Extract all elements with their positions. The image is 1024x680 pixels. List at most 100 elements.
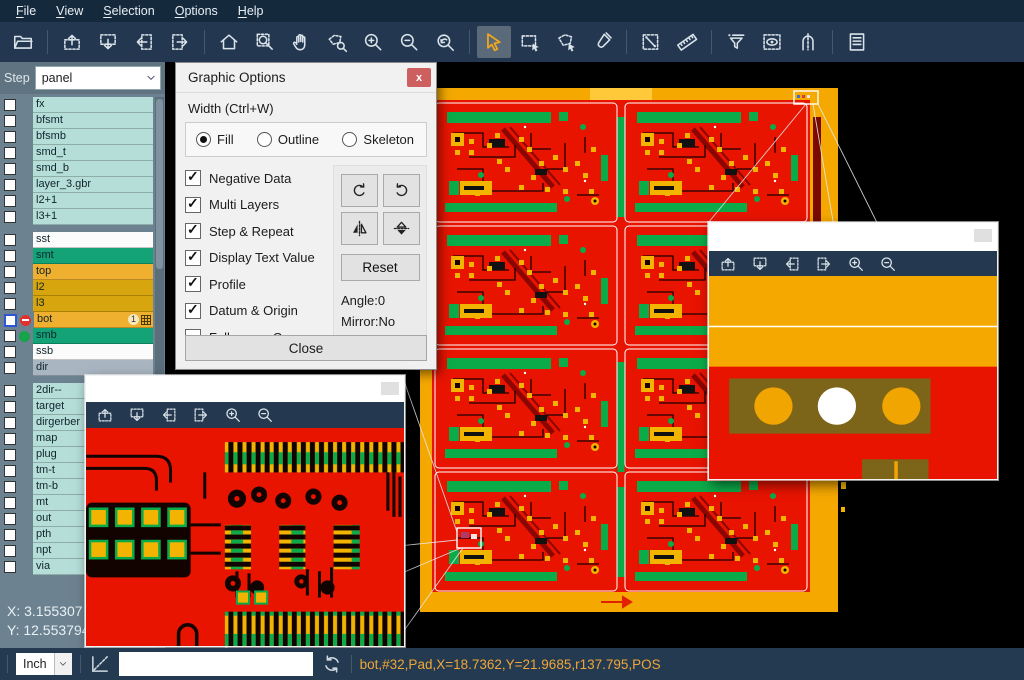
layer-label[interactable]: top (33, 264, 153, 280)
layer-label[interactable]: sst (33, 232, 153, 248)
layer-row-dir[interactable]: dir (0, 360, 153, 376)
tool-measure-distance[interactable] (634, 26, 668, 58)
pcb-board[interactable] (625, 472, 807, 591)
checkbox-display-text-value[interactable]: Display Text Value (185, 250, 327, 266)
tool-filter[interactable] (719, 26, 753, 58)
tool-zoom-previous[interactable] (428, 26, 462, 58)
layer-visibility-checkbox[interactable] (4, 266, 16, 278)
layer-label[interactable]: l3+1 (33, 209, 153, 225)
radio-outline[interactable]: Outline (257, 132, 319, 147)
layer-row-smd_b[interactable]: smd_b (0, 161, 153, 177)
layer-label[interactable]: l2+1 (33, 193, 153, 209)
tool-measure-ruler[interactable] (670, 26, 704, 58)
zoom-window-2-title-bar[interactable] (709, 223, 997, 251)
draw-angle-icon[interactable] (89, 653, 111, 675)
layer-visibility-checkbox[interactable] (4, 561, 16, 573)
tool-open-file[interactable] (6, 26, 40, 58)
layer-label[interactable]: layer_3.gbr (33, 177, 153, 193)
layer-row-l2+1[interactable]: l2+1 (0, 193, 153, 209)
layer-visibility-checkbox[interactable] (4, 99, 16, 111)
tool-zoom-in[interactable] (842, 253, 869, 274)
tool-zoom-in[interactable] (219, 405, 246, 426)
menu-file[interactable]: File (6, 0, 46, 22)
layer-row-bfsmt[interactable]: bfsmt (0, 113, 153, 129)
flip-horizontal-button[interactable] (341, 212, 378, 245)
layer-visibility-checkbox[interactable] (4, 465, 16, 477)
tool-pan-up[interactable] (714, 253, 741, 274)
close-icon[interactable]: x (407, 68, 431, 87)
layer-row-sst[interactable]: sst (0, 232, 153, 248)
tool-pan-down[interactable] (746, 253, 773, 274)
layer-visibility-checkbox[interactable] (4, 449, 16, 461)
tool-pan-right[interactable] (163, 26, 197, 58)
tool-pan-right[interactable] (810, 253, 837, 274)
command-input[interactable] (119, 652, 313, 676)
layer-visibility-checkbox[interactable] (4, 330, 16, 342)
tool-select-rectangle[interactable] (513, 26, 547, 58)
layer-visibility-checkbox[interactable] (4, 314, 17, 327)
tool-home-view[interactable] (212, 26, 246, 58)
checkbox-step-repeat[interactable]: Step & Repeat (185, 223, 327, 239)
tool-view-options[interactable] (755, 26, 789, 58)
pcb-board[interactable] (435, 226, 617, 345)
pcb-board[interactable] (435, 103, 617, 222)
layer-visibility-checkbox[interactable] (4, 250, 16, 262)
layer-visibility-checkbox[interactable] (4, 115, 16, 127)
tool-pan-left[interactable] (127, 26, 161, 58)
reset-button[interactable]: Reset (341, 254, 420, 281)
layer-label[interactable]: ssb (33, 344, 153, 360)
layer-label[interactable]: l2 (33, 280, 153, 296)
layer-visibility-checkbox[interactable] (4, 401, 16, 413)
tool-zoom-out[interactable] (251, 405, 278, 426)
tool-zoom-out[interactable] (392, 26, 426, 58)
zoom-window-2-view[interactable] (709, 276, 997, 479)
flip-vertical-button[interactable] (383, 212, 420, 245)
layer-row-l3[interactable]: l3 (0, 296, 153, 312)
layer-row-smd_t[interactable]: smd_t (0, 145, 153, 161)
layer-label[interactable]: bfsmb (33, 129, 153, 145)
layer-visibility-checkbox[interactable] (4, 147, 16, 159)
layer-visibility-checkbox[interactable] (4, 282, 16, 294)
layer-visibility-checkbox[interactable] (4, 529, 16, 541)
layer-visibility-checkbox[interactable] (4, 385, 16, 397)
tool-select-polygon[interactable] (549, 26, 583, 58)
tool-pan-left[interactable] (155, 405, 182, 426)
layer-row-layer_3.gbr[interactable]: layer_3.gbr (0, 177, 153, 193)
layer-row-bfsmb[interactable]: bfsmb (0, 129, 153, 145)
menu-selection[interactable]: Selection (93, 0, 164, 22)
pcb-board[interactable] (625, 103, 807, 222)
layer-visibility-checkbox[interactable] (4, 195, 16, 207)
tool-pan-down[interactable] (123, 405, 150, 426)
layer-label[interactable]: smd_b (33, 161, 153, 177)
tool-pan-right[interactable] (187, 405, 214, 426)
zoom-window-1-title-bar[interactable] (86, 376, 404, 402)
layer-row-ssb[interactable]: ssb (0, 344, 153, 360)
layer-visibility-checkbox[interactable] (4, 211, 16, 223)
rotate-cw-button[interactable] (341, 174, 378, 207)
tool-highlight-brush[interactable] (585, 26, 619, 58)
layer-label[interactable]: l3 (33, 296, 153, 312)
window-button[interactable] (381, 382, 399, 395)
layer-visibility-checkbox[interactable] (4, 417, 16, 429)
layer-label[interactable]: bfsmt (33, 113, 153, 129)
layer-row-l2[interactable]: l2 (0, 280, 153, 296)
zoom-window-1[interactable] (85, 375, 405, 647)
window-button[interactable] (974, 229, 992, 242)
checkbox-profile[interactable]: Profile (185, 276, 327, 292)
tool-pan-up[interactable] (55, 26, 89, 58)
tool-zoom-window[interactable] (248, 26, 282, 58)
layer-visibility-checkbox[interactable] (4, 298, 16, 310)
menu-view[interactable]: View (46, 0, 93, 22)
checkbox-datum-origin[interactable]: Datum & Origin (185, 303, 327, 319)
pcb-board[interactable] (435, 349, 617, 468)
checkbox-negative-data[interactable]: Negative Data (185, 170, 327, 186)
layer-visibility-checkbox[interactable] (4, 346, 16, 358)
layer-visibility-checkbox[interactable] (4, 433, 16, 445)
layer-visibility-checkbox[interactable] (4, 163, 16, 175)
rotate-ccw-button[interactable] (383, 174, 420, 207)
menu-options[interactable]: Options (165, 0, 228, 22)
tool-pan-hand[interactable] (284, 26, 318, 58)
layer-label[interactable]: bot1 (34, 312, 153, 328)
layer-row-smb[interactable]: smb (0, 328, 153, 344)
layer-label[interactable]: smb (33, 328, 153, 344)
